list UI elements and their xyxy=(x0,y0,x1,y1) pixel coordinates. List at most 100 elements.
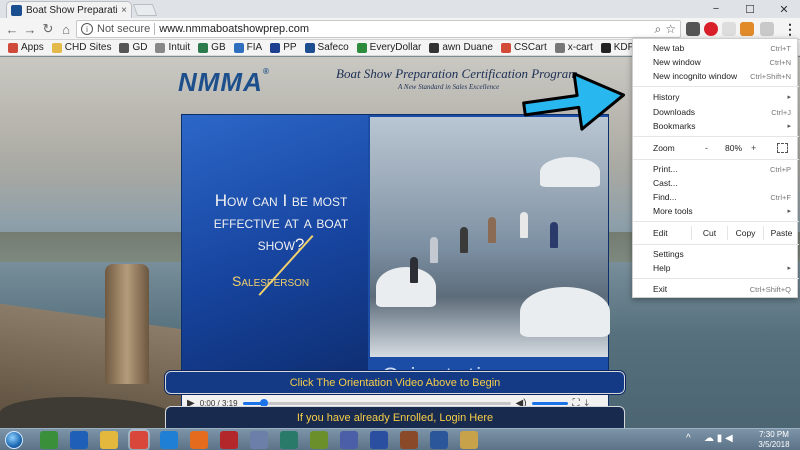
video-boat-show-photo xyxy=(370,117,610,357)
new-tab-button[interactable] xyxy=(132,4,158,16)
menu-item-new-incognito-window[interactable]: New incognito window Ctrl+Shift+N xyxy=(633,69,799,83)
taskbar-chrome-icon[interactable] xyxy=(130,431,148,449)
taskbar-word-viewer-icon[interactable] xyxy=(340,431,358,449)
bookmark-favicon-icon xyxy=(155,42,166,53)
tab-close-icon[interactable]: × xyxy=(121,5,127,16)
bookmark-item[interactable]: GD xyxy=(115,42,151,53)
menu-item-exit[interactable]: Exit Ctrl+Shift+Q xyxy=(633,282,799,296)
video-progress-bar[interactable] xyxy=(242,399,511,407)
background-post xyxy=(105,264,149,384)
taskbar-dreamweaver-icon[interactable] xyxy=(310,431,328,449)
menu-item-label: Find... xyxy=(653,192,677,202)
menu-item-label: New incognito window xyxy=(653,71,738,81)
menu-item-more-tools[interactable]: More tools ▸ xyxy=(633,204,799,218)
zoom-icon[interactable]: ⌕ xyxy=(655,22,662,37)
menu-item-settings[interactable]: Settings xyxy=(633,247,799,261)
bookmark-star-icon[interactable]: ☆ xyxy=(665,22,676,36)
fullscreen-icon[interactable] xyxy=(777,143,788,153)
orientation-button[interactable]: Click The Orientation Video Above to Beg… xyxy=(165,371,625,394)
bookmark-item[interactable]: EveryDollar xyxy=(353,42,426,53)
bookmark-label: Safeco xyxy=(317,42,349,53)
bookmark-item[interactable]: Safeco xyxy=(301,42,353,53)
taskbar-filezilla-icon[interactable] xyxy=(220,431,238,449)
bookmark-item[interactable]: CSCart xyxy=(497,42,551,53)
menu-item-label: History xyxy=(653,92,680,102)
menu-item-find[interactable]: Find... Ctrl+F xyxy=(633,190,799,204)
zoom-in-button[interactable]: + xyxy=(751,143,756,153)
cut-button[interactable]: Cut xyxy=(691,226,727,240)
copy-button[interactable]: Copy xyxy=(727,226,763,240)
menu-item-help[interactable]: Help ▸ xyxy=(633,261,799,275)
bookmark-item[interactable]: CHD Sites xyxy=(48,42,116,53)
menu-item-history[interactable]: History ▸ xyxy=(633,90,799,104)
orientation-video[interactable]: How can I be most effective at a boat sh… xyxy=(181,114,610,413)
bookmark-item[interactable]: GB xyxy=(194,42,229,53)
bookmark-item[interactable]: Intuit xyxy=(151,42,194,53)
address-bar[interactable]: i Not secure www.nmmaboatshowprep.com ⌕ … xyxy=(76,20,681,38)
taskbar-internet-explorer-icon[interactable] xyxy=(160,431,178,449)
taskbar-word-icon[interactable] xyxy=(430,431,448,449)
start-button[interactable] xyxy=(2,430,26,450)
taskbar-file-explorer-icon[interactable] xyxy=(100,431,118,449)
bookmark-favicon-icon xyxy=(304,42,315,53)
close-window-button[interactable]: ✕ xyxy=(772,0,796,18)
bookmark-label: EveryDollar xyxy=(369,42,422,53)
taskbar-firefox-icon[interactable] xyxy=(190,431,208,449)
menu-item-print[interactable]: Print... Ctrl+P xyxy=(633,162,799,176)
menu-shortcut: Ctrl+Shift+Q xyxy=(749,284,791,294)
edit-label: Edit xyxy=(653,228,668,238)
taskbar-outlook-icon[interactable] xyxy=(70,431,88,449)
bookmark-favicon-icon xyxy=(356,42,367,53)
extension-icon[interactable] xyxy=(740,22,754,36)
photo-boat xyxy=(376,267,436,307)
tray-chevron-icon[interactable]: ^ xyxy=(686,433,691,444)
bookmark-item[interactable]: FIA xyxy=(230,42,267,53)
extension-icon[interactable] xyxy=(686,22,700,36)
info-icon[interactable]: i xyxy=(81,23,93,35)
bookmark-item[interactable]: Apps xyxy=(4,42,48,53)
chrome-menu-button[interactable]: ⋮ xyxy=(783,19,797,39)
taskbar-spreadsheet-app-icon[interactable] xyxy=(40,431,58,449)
menu-item-new-tab[interactable]: New tab Ctrl+T xyxy=(633,41,799,55)
reload-button[interactable]: ↻ xyxy=(40,21,56,37)
volume-slider[interactable] xyxy=(531,402,568,405)
minimize-button[interactable]: − xyxy=(704,0,728,18)
bookmark-label: x-cart xyxy=(567,42,593,53)
url-text[interactable]: www.nmmaboatshowprep.com xyxy=(159,23,650,35)
tray-icons[interactable]: ☁ ▮ ◀ xyxy=(704,433,733,444)
extension-icon[interactable] xyxy=(760,22,774,36)
extension-icon[interactable] xyxy=(722,22,736,36)
maximize-button[interactable]: ☐ xyxy=(738,0,762,18)
home-button[interactable]: ⌂ xyxy=(58,21,74,37)
taskbar-doc-app-icon[interactable] xyxy=(370,431,388,449)
forward-button[interactable]: → xyxy=(22,21,38,37)
tab-boat-show[interactable]: Boat Show Preparation C × xyxy=(6,1,132,18)
program-subtitle: A New Standard in Sales Excellence xyxy=(398,83,500,91)
bookmark-item[interactable]: awn Duane xyxy=(425,42,497,53)
login-button[interactable]: If you have already Enrolled, Login Here xyxy=(165,406,625,428)
bookmark-favicon-icon xyxy=(233,42,244,53)
video-question: How can I be most effective at a boat sh… xyxy=(213,191,349,254)
paste-button[interactable]: Paste xyxy=(763,226,799,240)
opera-extension-icon[interactable] xyxy=(704,22,718,36)
menu-item-new-window[interactable]: New window Ctrl+N xyxy=(633,55,799,69)
bookmark-favicon-icon xyxy=(429,42,440,53)
bookmark-item[interactable]: x-cart xyxy=(551,42,597,53)
taskbar-notes-app-icon[interactable] xyxy=(460,431,478,449)
menu-item-downloads[interactable]: Downloads Ctrl+J xyxy=(633,105,799,119)
taskbar-publisher-app-icon[interactable] xyxy=(280,431,298,449)
taskbar-ftp-client-icon[interactable] xyxy=(250,431,268,449)
bookmark-item[interactable]: PP xyxy=(266,42,300,53)
zoom-out-button[interactable]: - xyxy=(705,143,708,153)
taskbar-library-app-icon[interactable] xyxy=(400,431,418,449)
menu-edit-row: Edit Cut Copy Paste xyxy=(633,223,799,243)
nmma-logo[interactable]: NMMA® xyxy=(178,67,269,97)
back-button[interactable]: ← xyxy=(4,21,20,37)
menu-divider xyxy=(633,244,799,245)
logo-mark: ® xyxy=(262,67,270,76)
menu-item-bookmarks[interactable]: Bookmarks ▸ xyxy=(633,119,799,133)
system-clock[interactable]: 7:30 PM 3/5/2018 xyxy=(752,430,796,450)
menu-item-cast[interactable]: Cast... xyxy=(633,176,799,190)
menu-item-label: Downloads xyxy=(653,107,696,117)
photo-boat xyxy=(540,157,600,187)
